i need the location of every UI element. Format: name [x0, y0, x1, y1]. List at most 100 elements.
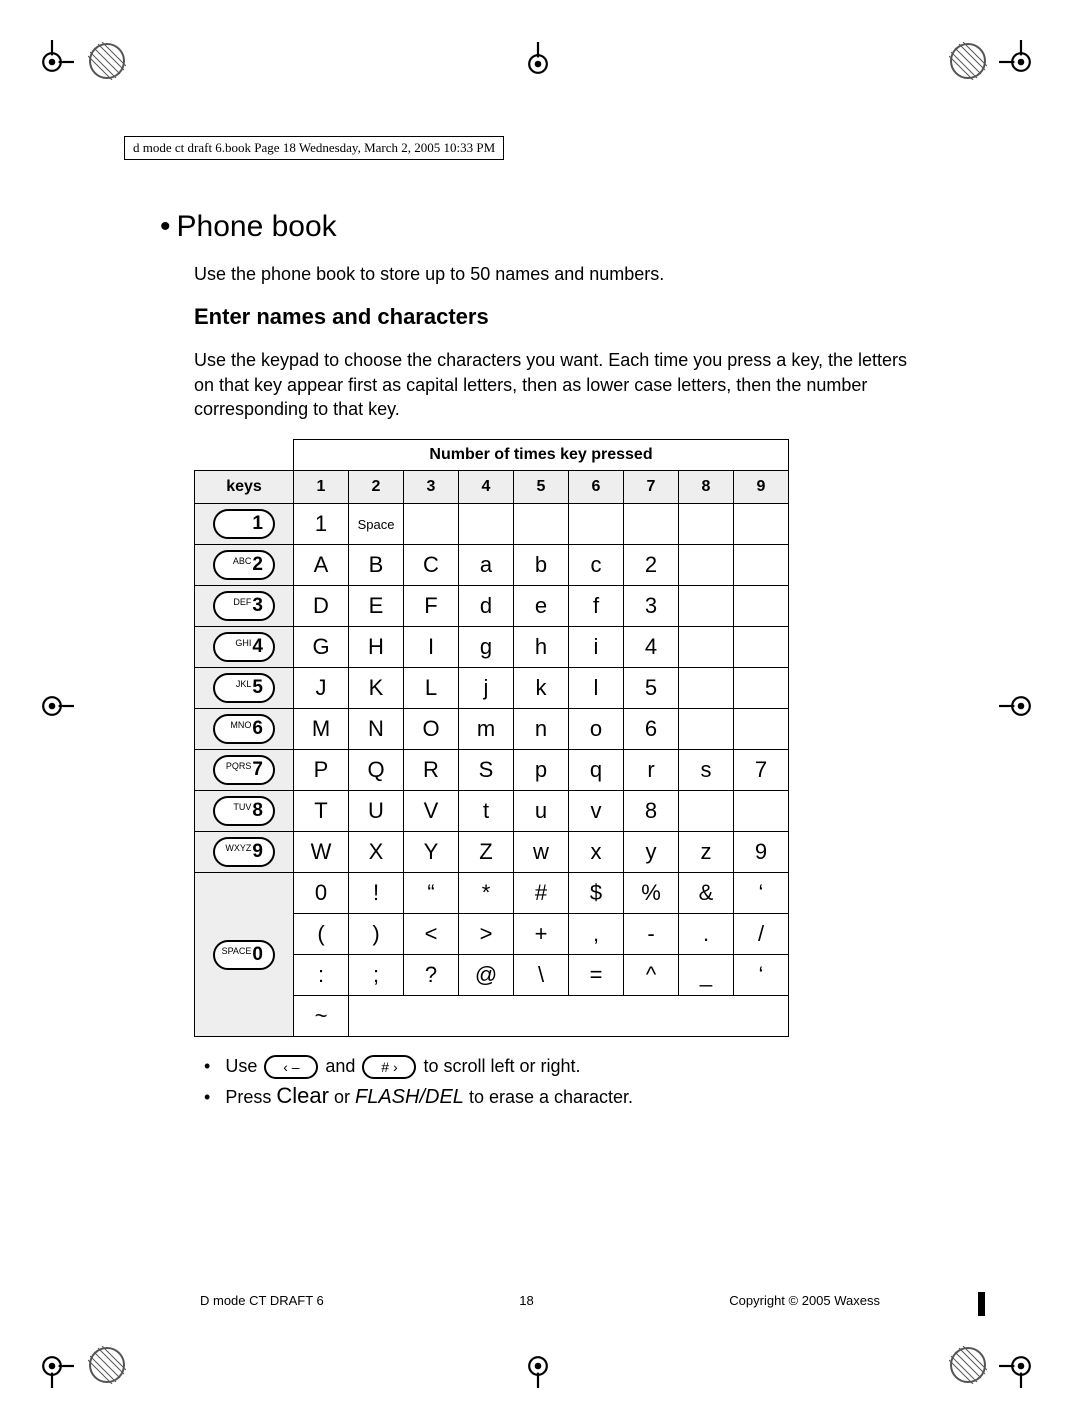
crop-mark-icon: [30, 40, 74, 84]
keypad-key-1-icon: 1: [213, 509, 275, 539]
instruction-bullet: • Press Clear or FLASH/DEL to erase a ch…: [194, 1083, 920, 1109]
cell: _: [679, 955, 734, 996]
cell: U: [349, 791, 404, 832]
header-banner: d mode ct draft 6.book Page 18 Wednesday…: [124, 136, 504, 160]
cell: [734, 545, 789, 586]
cell: w: [514, 832, 569, 873]
cell: [349, 996, 789, 1037]
cell: [679, 627, 734, 668]
footer-right: Copyright © 2005 Waxess: [729, 1293, 880, 1308]
cell: *: [459, 873, 514, 914]
cell: p: [514, 750, 569, 791]
text: Press: [225, 1087, 271, 1107]
col-header: 9: [734, 471, 789, 504]
cell: 0: [294, 873, 349, 914]
paragraph: Use the keypad to choose the characters …: [194, 348, 920, 421]
cell: -: [624, 914, 679, 955]
cell: r: [624, 750, 679, 791]
crop-mark-icon: [30, 1344, 74, 1388]
cell: O: [404, 709, 459, 750]
cell: E: [349, 586, 404, 627]
table-row: 1 1 Space: [195, 504, 789, 545]
cell: K: [349, 668, 404, 709]
crop-mark-icon: [999, 684, 1043, 728]
table-row: MNO6 M N O m n o 6: [195, 709, 789, 750]
cell: [679, 586, 734, 627]
cell: v: [569, 791, 624, 832]
cell: [679, 545, 734, 586]
cell: \: [514, 955, 569, 996]
cell: b: [514, 545, 569, 586]
cell: u: [514, 791, 569, 832]
col-header: 1: [294, 471, 349, 504]
keypad-key-4-icon: GHI4: [213, 632, 275, 662]
cell: 7: [734, 750, 789, 791]
keypad-key-7-icon: PQRS7: [213, 755, 275, 785]
col-header: 8: [679, 471, 734, 504]
table-row: TUV8 T U V t u v 8: [195, 791, 789, 832]
cell: %: [624, 873, 679, 914]
cell: m: [459, 709, 514, 750]
keypad-key-3-icon: DEF3: [213, 591, 275, 621]
cell: B: [349, 545, 404, 586]
cell: &: [679, 873, 734, 914]
cell: ?: [404, 955, 459, 996]
cell: D: [294, 586, 349, 627]
cell: [734, 668, 789, 709]
cell: <: [404, 914, 459, 955]
cell: h: [514, 627, 569, 668]
cell: f: [569, 586, 624, 627]
table-row: ABC2 A B C a b c 2: [195, 545, 789, 586]
crop-mark-icon: [516, 42, 560, 86]
cell: s: [679, 750, 734, 791]
register-target-icon: [949, 1346, 987, 1384]
cell: @: [459, 955, 514, 996]
cell: ): [349, 914, 404, 955]
cell: :: [294, 955, 349, 996]
cell: 5: [624, 668, 679, 709]
text: Use: [225, 1056, 257, 1076]
register-target-icon: [88, 42, 126, 80]
cell: 6: [624, 709, 679, 750]
cell: L: [404, 668, 459, 709]
cell: T: [294, 791, 349, 832]
keypad-key-2-icon: ABC2: [213, 550, 275, 580]
cell: i: [569, 627, 624, 668]
keypad-key-8-icon: TUV8: [213, 796, 275, 826]
cell: F: [404, 586, 459, 627]
cell: =: [569, 955, 624, 996]
keypad-key-0-icon: SPACE0: [213, 940, 275, 970]
flash-del-key-label: FLASH/DEL: [355, 1086, 464, 1108]
keymap-table: Number of times key pressed keys 1 2 3 4…: [194, 439, 789, 1037]
cell: H: [349, 627, 404, 668]
text: and: [325, 1056, 355, 1076]
footer-page-number: 18: [519, 1293, 533, 1308]
cell: n: [514, 709, 569, 750]
page-title: Phone book: [177, 210, 337, 243]
register-target-icon: [949, 42, 987, 80]
cell: X: [349, 832, 404, 873]
cell: !: [349, 873, 404, 914]
table-row: JKL5 J K L j k l 5: [195, 668, 789, 709]
cell: R: [404, 750, 459, 791]
register-target-icon: [88, 1346, 126, 1384]
cell: [734, 709, 789, 750]
cell: g: [459, 627, 514, 668]
table-header: Number of times key pressed: [294, 440, 789, 471]
cell: C: [404, 545, 459, 586]
cell: [514, 504, 569, 545]
cell: 9: [734, 832, 789, 873]
keypad-key-9-icon: WXYZ9: [213, 837, 275, 867]
crop-mark-icon: [999, 40, 1043, 84]
col-header: 6: [569, 471, 624, 504]
cell: >: [459, 914, 514, 955]
col-header: 4: [459, 471, 514, 504]
cell: #: [514, 873, 569, 914]
text: to scroll left or right.: [423, 1056, 580, 1076]
cell: z: [679, 832, 734, 873]
title-bullet: •: [160, 210, 171, 243]
cell: ^: [624, 955, 679, 996]
intro-text: Use the phone book to store up to 50 nam…: [194, 262, 920, 286]
change-bar-icon: [978, 1292, 985, 1316]
cell: Q: [349, 750, 404, 791]
